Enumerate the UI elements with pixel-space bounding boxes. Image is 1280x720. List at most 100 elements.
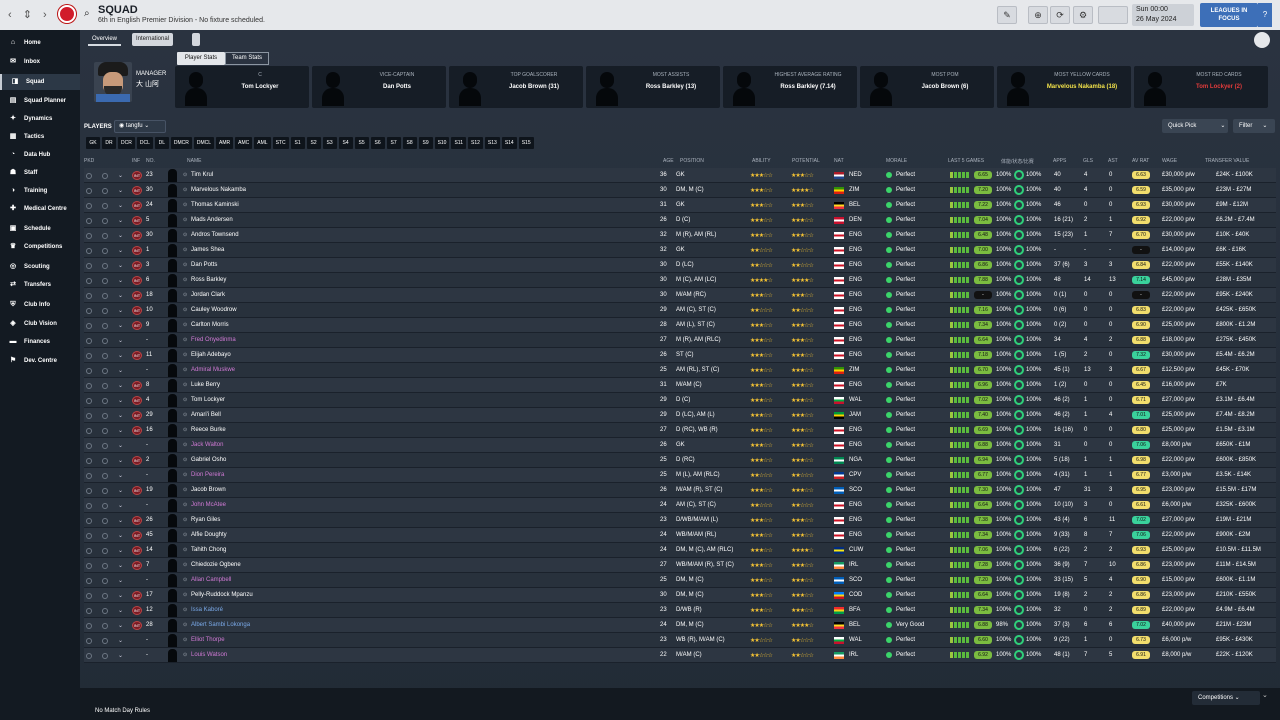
select-radio[interactable] — [102, 563, 108, 569]
chevron-down-icon[interactable]: ⌄ — [118, 562, 123, 569]
chevron-down-icon[interactable]: ⌄ — [118, 247, 123, 254]
player-name[interactable]: John McAtee — [191, 502, 226, 508]
chevron-down-icon[interactable]: ⌄ — [118, 187, 123, 194]
pick-checkbox[interactable] — [86, 173, 92, 179]
select-radio[interactable] — [102, 218, 108, 224]
player-name[interactable]: Fred Onyedinma — [191, 337, 236, 343]
select-radio[interactable] — [102, 533, 108, 539]
select-radio[interactable] — [102, 188, 108, 194]
search-icon[interactable]: ⌕ — [84, 8, 90, 19]
chevron-down-icon[interactable]: ⌄ — [118, 457, 123, 464]
position-filter-dcr[interactable]: DCR — [118, 137, 135, 149]
player-name[interactable]: Cauley Woodrow — [191, 307, 237, 313]
select-radio[interactable] — [102, 383, 108, 389]
table-row[interactable]: ⌄ INT 3 ⊙ Dan Potts 30 D (LC) ★★☆☆☆ ★★☆☆☆ ENG Perf… — [84, 258, 1276, 273]
player-name[interactable]: Elliot Thorpe — [191, 637, 225, 643]
player-name[interactable]: Allan Campbell — [191, 577, 231, 583]
chevron-down-icon[interactable]: ⌄ — [118, 487, 123, 494]
pick-checkbox[interactable] — [86, 473, 92, 479]
position-filter-s14[interactable]: S14 — [501, 137, 517, 149]
player-name[interactable]: James Shea — [191, 247, 224, 253]
position-filter-dcl[interactable]: DCL — [136, 137, 153, 149]
chevron-down-icon[interactable]: ⌄ — [118, 277, 123, 284]
chevron-down-icon[interactable]: ⌄ — [118, 622, 123, 629]
sidebar-item-squad[interactable]: ◨ Squad — [0, 74, 80, 90]
table-row[interactable]: ⌄ INT 12 ⊙ Issa Kaboré 23 D/WB (R) ★★★☆☆ ★★★☆☆ BF… — [84, 603, 1276, 618]
table-row[interactable]: ⌄ INT 5 ⊙ Mads Andersen 26 D (C) ★★★☆☆ ★★★☆☆ DEN P… — [84, 213, 1276, 228]
tab-more[interactable] — [192, 33, 200, 46]
select-radio[interactable] — [102, 353, 108, 359]
sidebar-item-inbox[interactable]: ✉ Inbox — [0, 54, 80, 70]
col-apps[interactable]: APPS — [1053, 158, 1066, 164]
position-filter-s10[interactable]: S10 — [434, 137, 450, 149]
col-ability[interactable]: ABILITY — [752, 158, 771, 164]
position-filter-amr[interactable]: AMR — [216, 137, 234, 149]
table-row[interactable]: ⌄ INT 30 ⊙ Marvelous Nakamba 30 DM, M (C) ★★★☆☆… — [84, 183, 1276, 198]
award-card-player[interactable]: Dan Potts — [352, 84, 442, 90]
sidebar-item-home[interactable]: ⌂ Home — [0, 35, 80, 51]
pick-checkbox[interactable] — [86, 248, 92, 254]
chevron-down-icon[interactable]: ⌄ — [118, 202, 123, 209]
award-card[interactable]: MOST RED CARDS Tom Lockyer (2) — [1134, 66, 1268, 108]
position-filter-s3[interactable]: S3 — [322, 137, 337, 149]
pick-checkbox[interactable] — [86, 428, 92, 434]
chevron-down-icon[interactable]: ⌄ — [118, 547, 123, 554]
position-filter-stc[interactable]: STC — [272, 137, 289, 149]
select-radio[interactable] — [102, 413, 108, 419]
sidebar-item-dev-centre[interactable]: ⚑ Dev. Centre — [0, 353, 80, 369]
chevron-down-icon[interactable]: ⌄ — [118, 217, 123, 224]
pick-checkbox[interactable] — [86, 293, 92, 299]
player-name[interactable]: Tim Krul — [191, 172, 213, 178]
select-radio[interactable] — [102, 503, 108, 509]
chevron-down-icon[interactable]: ⌄ — [118, 427, 123, 434]
pick-checkbox[interactable] — [86, 323, 92, 329]
chevron-down-icon[interactable]: ⌄ — [118, 262, 123, 269]
table-row[interactable]: ⌄ INT 6 ⊙ Ross Barkley 30 M (C), AM (LC) ★★★★☆ ★… — [84, 273, 1276, 288]
pick-checkbox[interactable] — [86, 458, 92, 464]
sidebar-item-tactics[interactable]: ▦ Tactics — [0, 129, 80, 145]
chevron-down-icon[interactable]: ⌄ — [118, 607, 123, 614]
table-row[interactable]: ⌄ INT 28 ⊙ Albert Sambi Lokonga 24 DM, M (C) ★★… — [84, 618, 1276, 633]
select-radio[interactable] — [102, 638, 108, 644]
position-filter-s2[interactable]: S2 — [306, 137, 321, 149]
position-filter-dl[interactable]: DL — [154, 137, 169, 149]
select-radio[interactable] — [102, 308, 108, 314]
select-radio[interactable] — [102, 323, 108, 329]
player-name[interactable]: Carlton Morris — [191, 322, 229, 328]
chevron-down-icon[interactable]: ⌄ — [118, 592, 123, 599]
table-row[interactable]: ⌄ INT 23 ⊙ Tim Krul 36 GK ★★★☆☆ ★★★☆☆ NED Perfect 6… — [84, 168, 1276, 183]
pick-checkbox[interactable] — [86, 653, 92, 659]
col-age[interactable]: AGE — [663, 158, 674, 164]
select-radio[interactable] — [102, 293, 108, 299]
sidebar-item-squad-planner[interactable]: ▤ Squad Planner — [0, 93, 80, 109]
chevron-down-icon[interactable]: ⌄ — [118, 472, 123, 479]
award-card[interactable]: MOST YELLOW CARDS Marvelous Nakamba (18) — [997, 66, 1131, 108]
table-row[interactable]: ⌄ INT 8 ⊙ Luke Berry 31 M/AM (C) ★★★☆☆ ★★★☆☆ ENG P… — [84, 378, 1276, 393]
position-filter-s4[interactable]: S4 — [338, 137, 353, 149]
player-name[interactable]: Elijah Adebayo — [191, 352, 231, 358]
player-name[interactable]: Jordan Clark — [191, 292, 225, 298]
player-name[interactable]: Gabriel Osho — [191, 457, 226, 463]
table-row[interactable]: ⌄ INT 7 ⊙ Chiedozie Ogbene 27 WB/M/AM (R), ST … — [84, 558, 1276, 573]
col-nat[interactable]: NAT — [834, 158, 844, 164]
table-row[interactable]: ⌄ - ⊙ Allan Campbell 25 DM, M (C) ★★★☆☆ ★★★☆☆ SC… — [84, 573, 1276, 588]
chevron-down-icon[interactable]: ⌄ — [118, 367, 123, 374]
col-avrat[interactable]: AV RAT — [1132, 158, 1149, 164]
continue-button[interactable] — [1098, 6, 1128, 24]
pick-checkbox[interactable] — [86, 263, 92, 269]
select-radio[interactable] — [102, 248, 108, 254]
player-name[interactable]: Reece Burke — [191, 427, 226, 433]
table-row[interactable]: ⌄ - ⊙ John McAtee 24 AM (C), ST (C) ★★☆☆☆ ★★☆☆☆… — [84, 498, 1276, 513]
award-card[interactable]: MOST ASSISTS Ross Barkley (13) — [586, 66, 720, 108]
pick-checkbox[interactable] — [86, 353, 92, 359]
pick-checkbox[interactable] — [86, 203, 92, 209]
manager-avatar[interactable] — [94, 62, 132, 102]
player-name[interactable]: Marvelous Nakamba — [191, 187, 246, 193]
pick-checkbox[interactable] — [86, 308, 92, 314]
pick-checkbox[interactable] — [86, 488, 92, 494]
chevron-down-icon[interactable]: ⌄ — [118, 172, 123, 179]
select-radio[interactable] — [102, 458, 108, 464]
table-row[interactable]: ⌄ INT 1 ⊙ James Shea 32 GK ★★☆☆☆ ★★☆☆☆ ENG Perfect… — [84, 243, 1276, 258]
select-radio[interactable] — [102, 608, 108, 614]
select-radio[interactable] — [102, 548, 108, 554]
